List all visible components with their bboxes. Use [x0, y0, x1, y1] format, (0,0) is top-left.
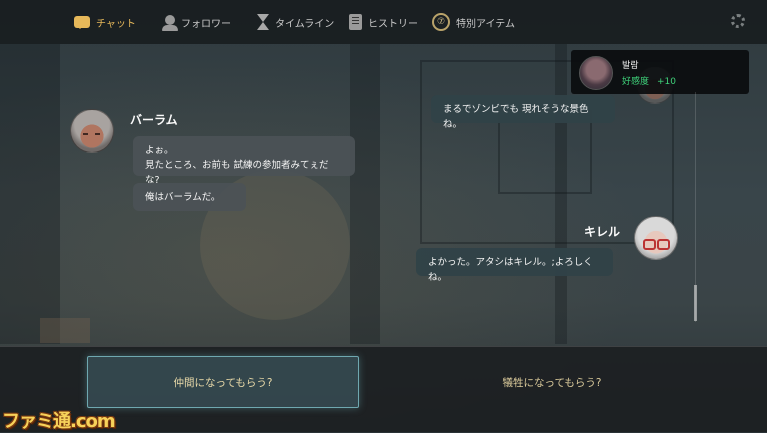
chat-scrollbar[interactable] [694, 92, 697, 322]
tab-followers[interactable]: フォロワー [162, 10, 231, 34]
follower-icon [162, 15, 178, 31]
choice-sacrifice-button[interactable]: 犠牲になってもらう? [416, 356, 688, 408]
chat-bubble-right-top: まるでゾンビでも 現れそうな景色ね。 [431, 95, 615, 130]
choice-recruit-button[interactable]: 仲間になってもらう? [87, 356, 359, 408]
hourglass-icon [257, 14, 269, 30]
avatar-baram [70, 109, 114, 153]
chat-bubble-left-1: よぉ。 見たところ、お前も 試練の参加者みてぇだな? [133, 136, 355, 186]
tab-timeline-label: タイムライン [275, 18, 335, 30]
notification-stat: 好感度 +10 [622, 74, 676, 87]
chat-icon [74, 16, 90, 29]
settings-gear-icon[interactable] [731, 14, 745, 28]
tab-chat[interactable]: チャット [74, 10, 136, 34]
chat-bubble-left-2: 俺はバーラムだ。 [133, 183, 246, 211]
tab-timeline[interactable]: タイムライン [257, 10, 334, 34]
tab-history-label: ヒストリー [368, 18, 418, 30]
affinity-value: +10 [657, 77, 677, 87]
scene-wall-left [0, 44, 60, 344]
top-nav-bar: チャット フォロワー タイムライン ヒストリー ⑦ 特別アイテム [0, 0, 767, 44]
chat-bubble-right-1: よかった。アタシはキレル。;よろしくね。 [416, 248, 613, 283]
affinity-label: 好感度 [622, 77, 650, 87]
scene-debris [40, 318, 90, 343]
speaker-name-right: キレル [584, 225, 621, 239]
scene-pillar-center [350, 44, 380, 344]
affinity-notification: 발람 好感度 +10 [571, 50, 749, 94]
tab-special-items-label: 特別アイテム [456, 18, 515, 30]
tab-chat-label: チャット [96, 18, 136, 30]
notification-avatar [579, 56, 613, 90]
special-item-icon: ⑦ [432, 13, 450, 31]
speaker-name-left: バーラム [130, 113, 178, 127]
tab-followers-label: フォロワー [181, 18, 231, 30]
notification-name: 발람 [622, 61, 639, 71]
chat-scrollbar-thumb[interactable] [694, 285, 697, 321]
book-icon [349, 14, 362, 30]
tab-special-items[interactable]: ⑦ 特別アイテム [432, 10, 515, 34]
famitsu-watermark-logo: ファミ通.com [2, 411, 116, 432]
avatar-kirel [634, 216, 678, 260]
tab-history[interactable]: ヒストリー [349, 10, 418, 34]
